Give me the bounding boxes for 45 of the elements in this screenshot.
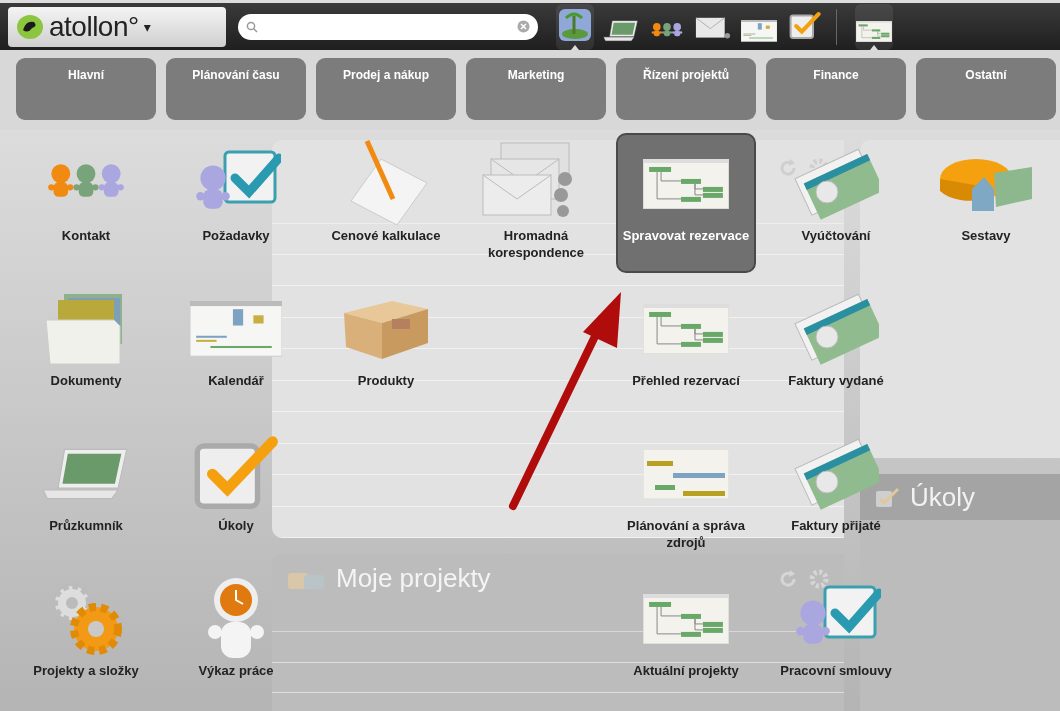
tree-diagram-icon — [643, 594, 729, 644]
panel-title: Moje projekty — [336, 563, 491, 595]
category-tab[interactable]: Řízení projektů — [616, 58, 756, 120]
menu-item[interactable]: Sestavy — [916, 133, 1056, 273]
check-icon — [874, 485, 900, 509]
menu-item[interactable]: Projekty a složky — [16, 568, 156, 708]
menu-item[interactable]: Produkty — [316, 278, 456, 418]
tree-diagram-icon — [643, 159, 729, 209]
category-tab[interactable]: Prodej a nákup — [316, 58, 456, 120]
menu-item[interactable]: Plánování a správa zdrojů — [616, 423, 756, 563]
menu-item[interactable]: Faktury přijaté — [766, 423, 906, 563]
category-tab[interactable]: Plánování času — [166, 58, 306, 120]
tree-diagram-icon — [856, 20, 892, 42]
logo-menu[interactable]: atollon° ▾ — [8, 6, 226, 47]
category-tab[interactable]: Ostatní — [916, 58, 1056, 120]
search-icon — [246, 20, 258, 33]
menu-item[interactable]: Hromadná korespondence — [466, 133, 606, 273]
menu-item[interactable]: Dokumenty — [16, 278, 156, 418]
category-tab[interactable]: Marketing — [466, 58, 606, 120]
menu-item[interactable]: Spravovat rezervace — [616, 133, 756, 273]
menu-item[interactable]: Cenové kalkulace — [316, 133, 456, 273]
menu-item[interactable]: Kalendář — [166, 278, 306, 418]
calendar-icon — [741, 19, 777, 42]
caret-icon: ▾ — [143, 18, 151, 35]
menu-item[interactable]: Úkoly — [166, 423, 306, 563]
menu-item[interactable]: Kontakt — [16, 133, 156, 273]
logo-text: atollon° — [49, 10, 139, 43]
search-field[interactable] — [238, 13, 538, 40]
menu-item[interactable]: Požadavky — [166, 133, 306, 273]
menu-item[interactable]: Faktury vydané — [766, 278, 906, 418]
menu-item[interactable]: Výkaz práce — [166, 568, 306, 708]
menu-item[interactable]: Průzkumník — [16, 423, 156, 563]
tree-diagram-icon — [643, 304, 729, 354]
category-tab[interactable]: Hlavní — [16, 58, 156, 120]
panel-title: Úkoly — [910, 481, 975, 513]
checkbox-check-icon — [789, 9, 821, 42]
laptop-icon — [603, 19, 639, 42]
logo-blob-icon — [16, 13, 44, 40]
category-tab[interactable]: Finance — [766, 58, 906, 120]
menu-item[interactable]: Přehled rezervací — [616, 278, 756, 418]
gantt-chart-icon — [643, 449, 729, 499]
island-icon — [558, 7, 592, 42]
menu-item[interactable]: Vyúčtování — [766, 133, 906, 273]
toolbar-button[interactable] — [855, 3, 893, 50]
menu-item[interactable]: Aktuální projekty — [616, 568, 756, 708]
